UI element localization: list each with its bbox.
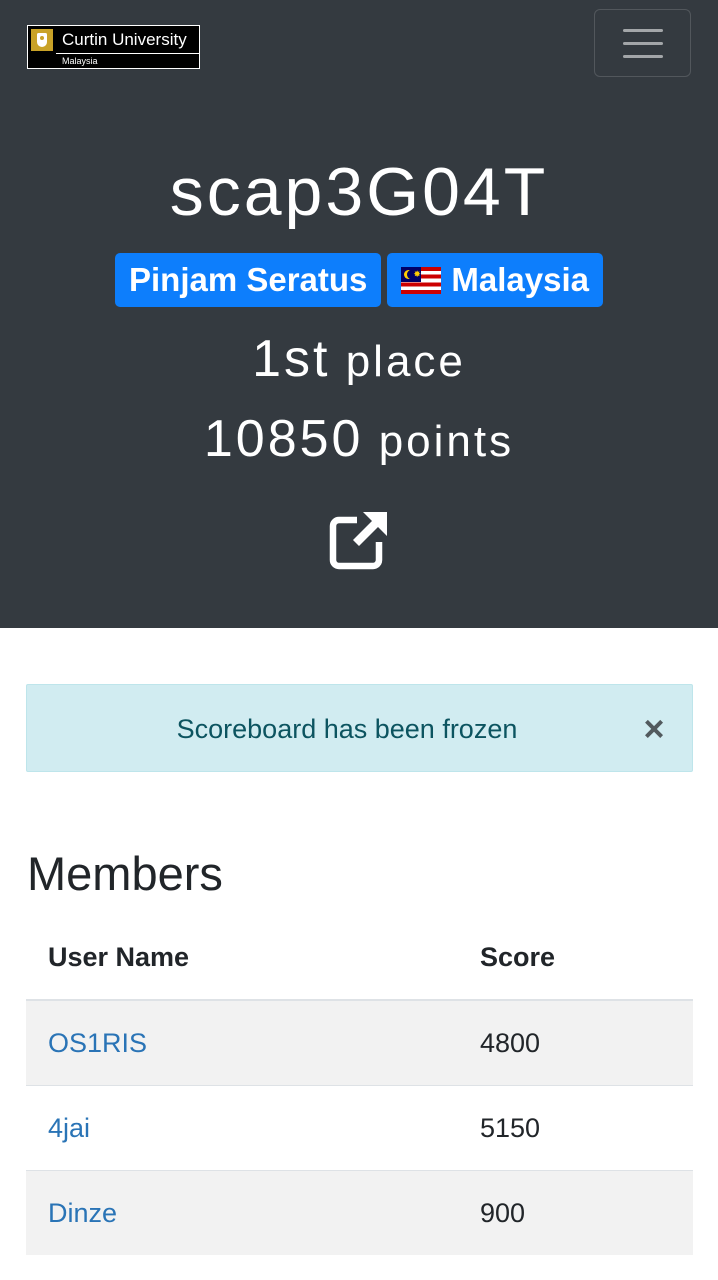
points-label: points bbox=[378, 417, 515, 466]
team-name: scap3G04T bbox=[169, 154, 549, 230]
logo-divider bbox=[56, 53, 199, 54]
points-number: 10850 bbox=[203, 410, 364, 468]
team-points: 10850 points bbox=[0, 404, 718, 477]
team-header: Curtin University Malaysia scap3G04T Pin… bbox=[0, 0, 718, 628]
column-header-score: Score bbox=[458, 915, 693, 1001]
rank-number: 1st bbox=[252, 330, 331, 388]
team-rank: 1st place bbox=[0, 324, 718, 397]
score-cell: 4800 bbox=[458, 999, 693, 1086]
navbar-toggle-button[interactable] bbox=[594, 9, 691, 77]
country-badge: ✸ Malaysia bbox=[387, 253, 604, 307]
logo-subtitle: Malaysia bbox=[62, 56, 98, 66]
score-cell: 5150 bbox=[458, 1085, 693, 1171]
country-label: Malaysia bbox=[451, 261, 590, 298]
table-header-row: User Name Score bbox=[26, 915, 693, 1001]
team-badges: Pinjam Seratus ✸ Malaysia bbox=[0, 253, 718, 307]
members-heading: Members bbox=[27, 847, 223, 900]
members-table: User Name Score OS1RIS 4800 4jai 5150 Di… bbox=[26, 915, 693, 1255]
alert-message: Scoreboard has been frozen bbox=[176, 714, 518, 744]
rank-label: place bbox=[345, 337, 466, 386]
external-link-icon[interactable] bbox=[329, 510, 389, 570]
close-icon[interactable]: × bbox=[638, 685, 670, 773]
flag-star-icon: ✸ bbox=[413, 268, 421, 279]
user-name-cell: 4jai bbox=[26, 1085, 458, 1171]
university-logo[interactable]: Curtin University Malaysia bbox=[27, 25, 200, 69]
scoreboard-frozen-alert: Scoreboard has been frozen × bbox=[26, 684, 693, 772]
affiliation-label: Pinjam Seratus bbox=[128, 261, 368, 298]
user-link[interactable]: OS1RIS bbox=[48, 1028, 147, 1058]
user-link[interactable]: 4jai bbox=[48, 1113, 90, 1143]
table-row: OS1RIS 4800 bbox=[26, 999, 693, 1086]
score-cell: 900 bbox=[458, 1170, 693, 1255]
hamburger-menu-icon bbox=[623, 42, 663, 45]
column-header-user-name: User Name bbox=[26, 915, 458, 1001]
user-name-cell: OS1RIS bbox=[26, 999, 458, 1086]
table-row: 4jai 5150 bbox=[26, 1085, 693, 1171]
malaysia-flag-icon: ✸ bbox=[401, 266, 442, 294]
affiliation-badge: Pinjam Seratus bbox=[114, 253, 382, 307]
hamburger-menu-icon bbox=[623, 29, 663, 32]
user-name-cell: Dinze bbox=[26, 1170, 458, 1255]
user-link[interactable]: Dinze bbox=[48, 1198, 117, 1228]
crest-icon bbox=[31, 29, 53, 51]
hamburger-menu-icon bbox=[623, 55, 663, 58]
logo-name: Curtin University bbox=[62, 30, 187, 49]
table-row: Dinze 900 bbox=[26, 1170, 693, 1255]
